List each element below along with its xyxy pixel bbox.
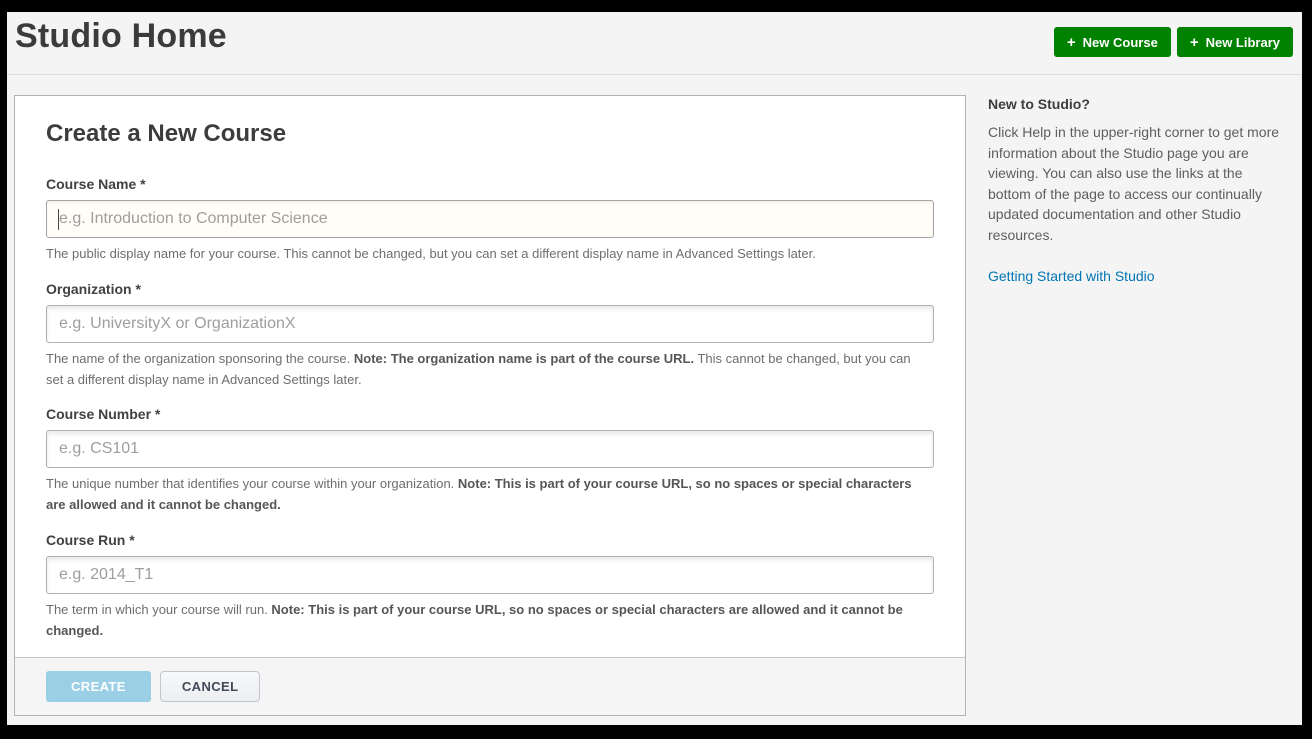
create-course-panel: Create a New Course Course Name * The pu… <box>14 95 966 716</box>
header-divider <box>7 74 1302 75</box>
header-actions: + New Course + New Library <box>1054 27 1293 57</box>
course-name-input-wrap <box>46 200 934 238</box>
page: Studio Home + New Course + New Library C… <box>7 12 1302 725</box>
organization-help: The name of the organization sponsoring … <box>46 349 926 391</box>
screenshot-frame: Studio Home + New Course + New Library C… <box>0 0 1312 739</box>
form-title: Create a New Course <box>46 120 934 148</box>
organization-label: Organization * <box>46 281 934 297</box>
create-course-form: Create a New Course Course Name * The pu… <box>15 96 965 642</box>
course-run-label: Course Run * <box>46 532 934 548</box>
new-course-button[interactable]: + New Course <box>1054 27 1171 57</box>
required-asterisk: * <box>135 281 140 297</box>
plus-icon: + <box>1067 35 1076 50</box>
course-number-help: The unique number that identifies your c… <box>46 474 926 516</box>
plus-icon: + <box>1190 35 1199 50</box>
required-asterisk: * <box>140 176 145 192</box>
field-course-run: Course Run * The term in which your cour… <box>46 532 934 642</box>
course-run-input[interactable] <box>46 556 934 594</box>
text-caret <box>58 209 59 230</box>
sidebar-heading: New to Studio? <box>988 96 1288 112</box>
getting-started-link[interactable]: Getting Started with Studio <box>988 268 1155 284</box>
cancel-button[interactable]: CANCEL <box>160 671 261 702</box>
field-course-number: Course Number * The unique number that i… <box>46 406 934 516</box>
new-course-button-label: New Course <box>1083 35 1158 50</box>
course-number-input[interactable] <box>46 430 934 468</box>
required-asterisk: * <box>155 406 160 422</box>
course-name-input[interactable] <box>46 200 934 238</box>
course-name-help: The public display name for your course.… <box>46 244 926 265</box>
form-actions: CREATE CANCEL <box>15 657 965 715</box>
course-number-label: Course Number * <box>46 406 934 422</box>
sidebar-body: Click Help in the upper-right corner to … <box>988 122 1288 245</box>
page-title: Studio Home <box>15 17 227 56</box>
new-library-button[interactable]: + New Library <box>1177 27 1293 57</box>
field-organization: Organization * The name of the organizat… <box>46 281 934 391</box>
help-sidebar: New to Studio? Click Help in the upper-r… <box>988 96 1288 286</box>
course-run-help: The term in which your course will run. … <box>46 600 926 642</box>
course-name-label: Course Name * <box>46 176 934 192</box>
create-button[interactable]: CREATE <box>46 671 151 702</box>
required-asterisk: * <box>129 532 134 548</box>
organization-input[interactable] <box>46 305 934 343</box>
new-library-button-label: New Library <box>1206 35 1280 50</box>
field-course-name: Course Name * The public display name fo… <box>46 176 934 265</box>
